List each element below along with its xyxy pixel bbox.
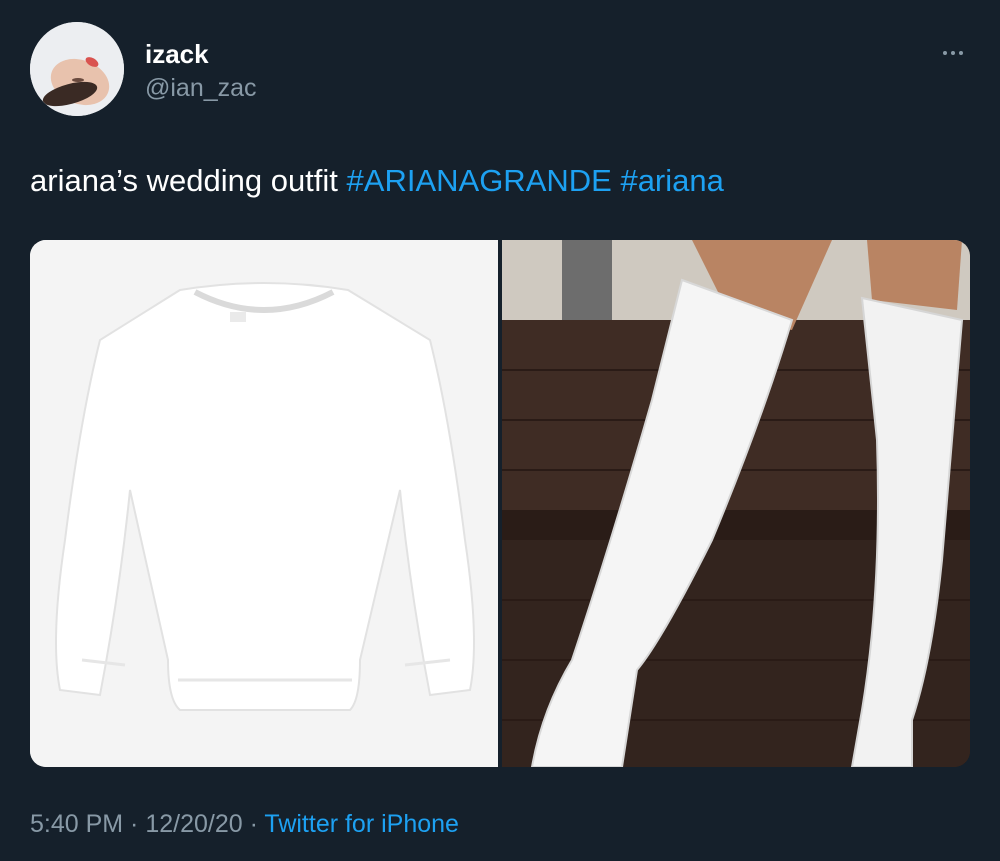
user-handle[interactable]: @ian_zac [145,72,257,104]
tweet-media [30,240,970,767]
tweet: izack @ian_zac ariana’s wedding outfit #… [0,0,1000,861]
meta-separator: · [123,810,146,838]
hashtag-link[interactable]: #ariana [620,163,723,198]
avatar[interactable] [30,22,124,116]
tweet-metadata: 5:40 PM · 12/20/20 · Twitter for iPhone [30,806,459,842]
tweet-date[interactable]: 12/20/20 [145,810,242,838]
tweet-time[interactable]: 5:40 PM [30,810,123,838]
media-image-boots[interactable] [502,240,970,767]
meta-separator: · [242,810,265,838]
user-display-name[interactable]: izack [145,38,209,70]
more-horizontal-icon[interactable] [928,40,978,66]
tweet-text: ariana’s wedding outfit #ARIANAGRANDE #a… [30,160,724,202]
hashtag-link[interactable]: #ARIANAGRANDE [347,163,612,198]
media-image-sweatshirt[interactable] [30,240,498,767]
tweet-body: ariana’s wedding outfit [30,163,347,198]
tweet-source-link[interactable]: Twitter for iPhone [264,810,459,838]
